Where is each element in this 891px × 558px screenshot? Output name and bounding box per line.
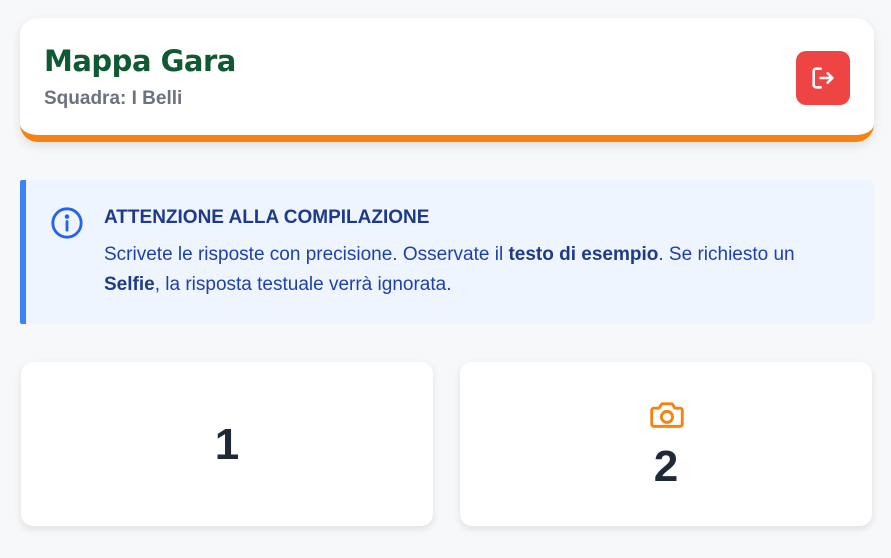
page-title: Mappa Gara (44, 44, 236, 78)
checkpoint-number: 2 (653, 442, 679, 491)
notice-text: Scrivete le risposte con precisione. Oss… (104, 244, 795, 295)
notice-title: ATTENZIONE ALLA COMPILAZIONE (104, 207, 430, 228)
selfie-highlight: Selfie (104, 274, 155, 295)
example-text-highlight: testo di esempio (508, 244, 659, 265)
checkpoint-card-2[interactable]: 2 (460, 362, 872, 526)
checkpoint-number: 1 (214, 420, 240, 469)
info-notice: ATTENZIONE ALLA COMPILAZIONE Scrivete le… (20, 180, 874, 324)
camera-icon (650, 402, 684, 428)
info-icon (51, 207, 83, 239)
logout-icon (812, 67, 834, 89)
team-name: Squadra: I Belli (44, 88, 183, 109)
logout-button[interactable] (796, 51, 850, 105)
header-card: Mappa Gara Squadra: I Belli (20, 18, 874, 142)
checkpoint-card-1[interactable]: 1 (21, 362, 433, 526)
